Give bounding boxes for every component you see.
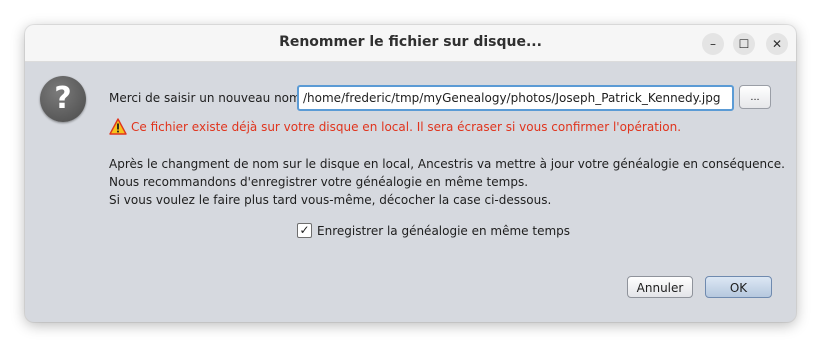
close-button[interactable]: ✕ [766, 33, 788, 55]
warning-triangle-icon [109, 118, 127, 135]
ok-button[interactable]: OK [705, 276, 772, 298]
info-line: Si vous voulez le faire plus tard vous-m… [109, 193, 552, 207]
cancel-button[interactable]: Annuler [627, 276, 693, 298]
save-genealogy-checkbox[interactable]: ✓ [297, 223, 312, 238]
minimize-button[interactable]: – [702, 33, 724, 55]
info-line: Après le changment de nom sur le disque … [109, 157, 785, 171]
rename-dialog: Renommer le fichier sur disque... – ☐ ✕ … [25, 25, 796, 322]
title-bar[interactable]: Renommer le fichier sur disque... – ☐ ✕ [25, 25, 796, 62]
window-title: Renommer le fichier sur disque... [279, 34, 542, 50]
info-paragraph: Après le changment de nom sur le disque … [109, 155, 785, 209]
question-icon: ? [40, 76, 86, 122]
file-path-input[interactable] [297, 85, 734, 111]
maximize-button[interactable]: ☐ [733, 33, 755, 55]
overwrite-warning-text: Ce fichier existe déjà sur votre disque … [131, 120, 682, 134]
new-name-label: Merci de saisir un nouveau nom [109, 91, 301, 105]
save-genealogy-label[interactable]: Enregistrer la généalogie en même temps [317, 224, 570, 238]
browse-button[interactable]: ... [739, 85, 771, 109]
info-line: Nous recommandons d'enregistrer votre gé… [109, 175, 529, 189]
